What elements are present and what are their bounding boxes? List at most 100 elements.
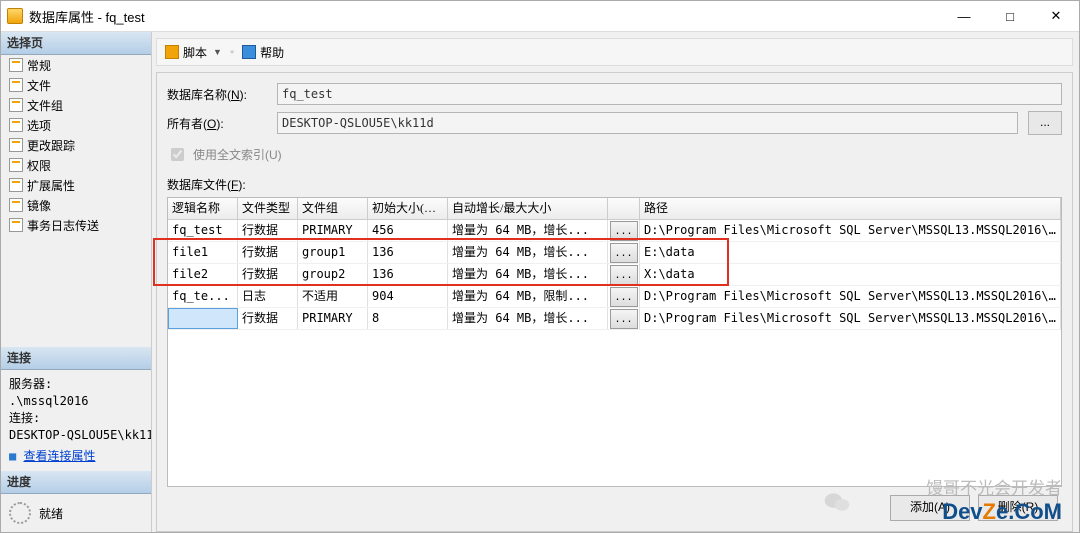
fulltext-label: 使用全文索引(U)	[193, 146, 282, 163]
connection-header: 连接	[1, 347, 151, 370]
sidebar-item-filegroups[interactable]: 文件组	[1, 95, 151, 115]
cell-autogrow-button[interactable]: ...	[608, 220, 640, 241]
cell-path[interactable]: D:\Program Files\Microsoft SQL Server\MS…	[640, 220, 1061, 241]
toolbar: 脚本 ▼ • 帮助	[156, 38, 1073, 66]
ellipsis-button[interactable]: ...	[610, 309, 638, 329]
owner-input[interactable]: DESKTOP-QSLOU5E\kk11d	[277, 112, 1018, 134]
view-connection-props-link[interactable]: 查看连接属性	[23, 449, 95, 463]
sidebar-item-permissions[interactable]: 权限	[1, 155, 151, 175]
col-path[interactable]: 路径	[640, 198, 1061, 219]
page-icon	[9, 178, 23, 192]
db-files-table: 逻辑名称 文件类型 文件组 初始大小(MB) 自动增长/最大大小 路径 fq_t…	[167, 197, 1062, 487]
owner-browse-button[interactable]: ...	[1028, 111, 1062, 135]
cell-autogrow-button[interactable]: ...	[608, 242, 640, 263]
sidebar-item-changetracking[interactable]: 更改跟踪	[1, 135, 151, 155]
close-button[interactable]: ✕	[1033, 1, 1079, 31]
col-autogrow[interactable]: 自动增长/最大大小	[448, 198, 608, 219]
cell-path[interactable]: X:\data	[640, 264, 1061, 285]
cell-file-type[interactable]: 行数据	[238, 308, 298, 329]
maximize-button[interactable]: □	[987, 1, 1033, 31]
sidebar-item-label: 权限	[27, 157, 51, 174]
page-icon	[9, 78, 23, 92]
sidebar-item-options[interactable]: 选项	[1, 115, 151, 135]
cell-initial-size[interactable]: 456	[368, 220, 448, 241]
page-icon	[9, 118, 23, 132]
page-icon	[9, 158, 23, 172]
minimize-button[interactable]: —	[941, 1, 987, 31]
help-label: 帮助	[260, 44, 284, 61]
cell-autogrow-button[interactable]: ...	[608, 286, 640, 307]
help-icon	[242, 45, 256, 59]
ellipsis-button[interactable]: ...	[610, 265, 638, 285]
cell-logical-name[interactable]: fq_test	[168, 220, 238, 241]
ellipsis-button[interactable]: ...	[610, 243, 638, 263]
sidebar-item-label: 文件	[27, 77, 51, 94]
sidebar-item-files[interactable]: 文件	[1, 75, 151, 95]
ellipsis-button[interactable]: ...	[610, 221, 638, 241]
cell-path[interactable]: D:\Program Files\Microsoft SQL Server\MS…	[640, 308, 1061, 329]
col-file-type[interactable]: 文件类型	[238, 198, 298, 219]
cell-autogrow-button[interactable]: ...	[608, 264, 640, 285]
cell-initial-size[interactable]: 904	[368, 286, 448, 307]
cell-file-group[interactable]: group1	[298, 242, 368, 263]
add-button[interactable]: 添加(A)	[890, 495, 970, 521]
page-icon	[9, 98, 23, 112]
cell-autogrow[interactable]: 增量为 64 MB，限制...	[448, 286, 608, 307]
cell-initial-size[interactable]: 8	[368, 308, 448, 329]
cell-file-type[interactable]: 行数据	[238, 264, 298, 285]
cell-path[interactable]: E:\data	[640, 242, 1061, 263]
cell-logical-name[interactable]	[168, 308, 238, 329]
conn-label: 连接:	[9, 410, 143, 427]
dbname-input: fq_test	[277, 83, 1062, 105]
sidebar-item-label: 常规	[27, 57, 51, 74]
sidebar-item-logshipping[interactable]: 事务日志传送	[1, 215, 151, 235]
table-row[interactable]: fq_te...日志不适用904增量为 64 MB，限制......D:\Pro…	[168, 286, 1061, 308]
server-label: 服务器:	[9, 376, 143, 393]
cell-file-type[interactable]: 日志	[238, 286, 298, 307]
sidebar-item-general[interactable]: 常规	[1, 55, 151, 75]
sidebar-item-label: 镜像	[27, 197, 51, 214]
cell-file-group[interactable]: group2	[298, 264, 368, 285]
cell-file-group[interactable]: 不适用	[298, 286, 368, 307]
cell-logical-name[interactable]: fq_te...	[168, 286, 238, 307]
table-row[interactable]: file1行数据group1136增量为 64 MB，增长......E:\da…	[168, 242, 1061, 264]
cell-logical-name[interactable]: file2	[168, 264, 238, 285]
table-row[interactable]: fq_test行数据PRIMARY456增量为 64 MB，增长......D:…	[168, 220, 1061, 242]
cell-logical-name[interactable]: file1	[168, 242, 238, 263]
window-title: 数据库属性 - fq_test	[29, 7, 941, 26]
cell-path[interactable]: D:\Program Files\Microsoft SQL Server\MS…	[640, 286, 1061, 307]
col-initial-size[interactable]: 初始大小(MB)	[368, 198, 448, 219]
col-file-group[interactable]: 文件组	[298, 198, 368, 219]
database-icon	[7, 8, 23, 24]
remove-button[interactable]: 删除(R)	[978, 495, 1058, 521]
dbname-label: 数据库名称(N):	[167, 86, 267, 103]
page-icon	[9, 138, 23, 152]
dbfiles-label: 数据库文件(F):	[167, 176, 1062, 193]
cell-initial-size[interactable]: 136	[368, 264, 448, 285]
cell-autogrow[interactable]: 增量为 64 MB，增长...	[448, 308, 608, 329]
cell-autogrow[interactable]: 增量为 64 MB，增长...	[448, 242, 608, 263]
wechat-icon	[824, 491, 850, 513]
cell-file-type[interactable]: 行数据	[238, 220, 298, 241]
spinner-icon	[9, 502, 31, 524]
help-button[interactable]: 帮助	[236, 42, 290, 63]
table-row[interactable]: file2行数据group2136增量为 64 MB，增长......X:\da…	[168, 264, 1061, 286]
cell-file-group[interactable]: PRIMARY	[298, 308, 368, 329]
conn-value: DESKTOP-QSLOU5E\kk11	[9, 427, 143, 444]
ellipsis-button[interactable]: ...	[610, 287, 638, 307]
select-page-header: 选择页	[1, 32, 151, 55]
fulltext-checkbox	[171, 148, 184, 161]
cell-file-group[interactable]: PRIMARY	[298, 220, 368, 241]
sidebar-item-extendedprops[interactable]: 扩展属性	[1, 175, 151, 195]
progress-header: 进度	[1, 471, 151, 494]
col-logical-name[interactable]: 逻辑名称	[168, 198, 238, 219]
cell-file-type[interactable]: 行数据	[238, 242, 298, 263]
table-row[interactable]: 行数据PRIMARY8增量为 64 MB，增长......D:\Program …	[168, 308, 1061, 330]
cell-autogrow-button[interactable]: ...	[608, 308, 640, 329]
cell-autogrow[interactable]: 增量为 64 MB，增长...	[448, 220, 608, 241]
cell-initial-size[interactable]: 136	[368, 242, 448, 263]
sidebar-item-label: 更改跟踪	[27, 137, 75, 154]
sidebar-item-mirroring[interactable]: 镜像	[1, 195, 151, 215]
script-button[interactable]: 脚本 ▼	[159, 42, 228, 63]
cell-autogrow[interactable]: 增量为 64 MB，增长...	[448, 264, 608, 285]
